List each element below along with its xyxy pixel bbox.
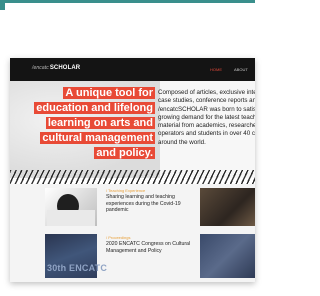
thumbnail-watermark-text: 30th ENCATC xyxy=(47,263,108,273)
headline-line: education and lifelong xyxy=(34,102,155,114)
desk-area xyxy=(47,210,95,226)
card-tag[interactable]: / Teaching Experience xyxy=(106,188,145,193)
diagonal-stripe-divider xyxy=(10,170,255,184)
headline-line: and policy. xyxy=(94,147,155,159)
website-mockup: /encatcSCHOLAR HOME ABOUT A unique tool … xyxy=(10,58,255,282)
card-title[interactable]: 2020 ENCATC Congress on Cultural Managem… xyxy=(106,241,191,254)
top-teal-stripe xyxy=(0,0,255,3)
card-title[interactable]: Sharing learning and teaching experience… xyxy=(106,194,191,214)
logo-brand: SCHOLAR xyxy=(49,65,81,71)
headline-line: cultural management xyxy=(40,132,155,144)
card-tag[interactable]: / Proceedings xyxy=(106,235,130,240)
hero-description: Composed of articles, exclusive interv c… xyxy=(158,89,255,146)
hero-headline: A unique tool for education and lifelong… xyxy=(20,85,155,160)
card-thumbnail-right[interactable] xyxy=(200,188,255,226)
nav-home-link[interactable]: HOME xyxy=(210,67,222,72)
top-left-teal-corner xyxy=(0,0,5,10)
card-thumbnail-right-2[interactable] xyxy=(200,234,255,278)
site-logo[interactable]: /encatcSCHOLAR xyxy=(32,65,80,71)
site-header: /encatcSCHOLAR HOME ABOUT xyxy=(10,58,255,81)
nav-about-link[interactable]: ABOUT xyxy=(234,67,248,72)
headline-line: A unique tool for xyxy=(63,87,155,99)
card-thumbnail-video-call[interactable] xyxy=(45,188,97,226)
headline-line: learning on arts and xyxy=(45,117,155,129)
card-thumbnail-congress[interactable]: 30th ENCATC xyxy=(45,234,107,278)
logo-prefix: /encatc xyxy=(32,65,49,71)
